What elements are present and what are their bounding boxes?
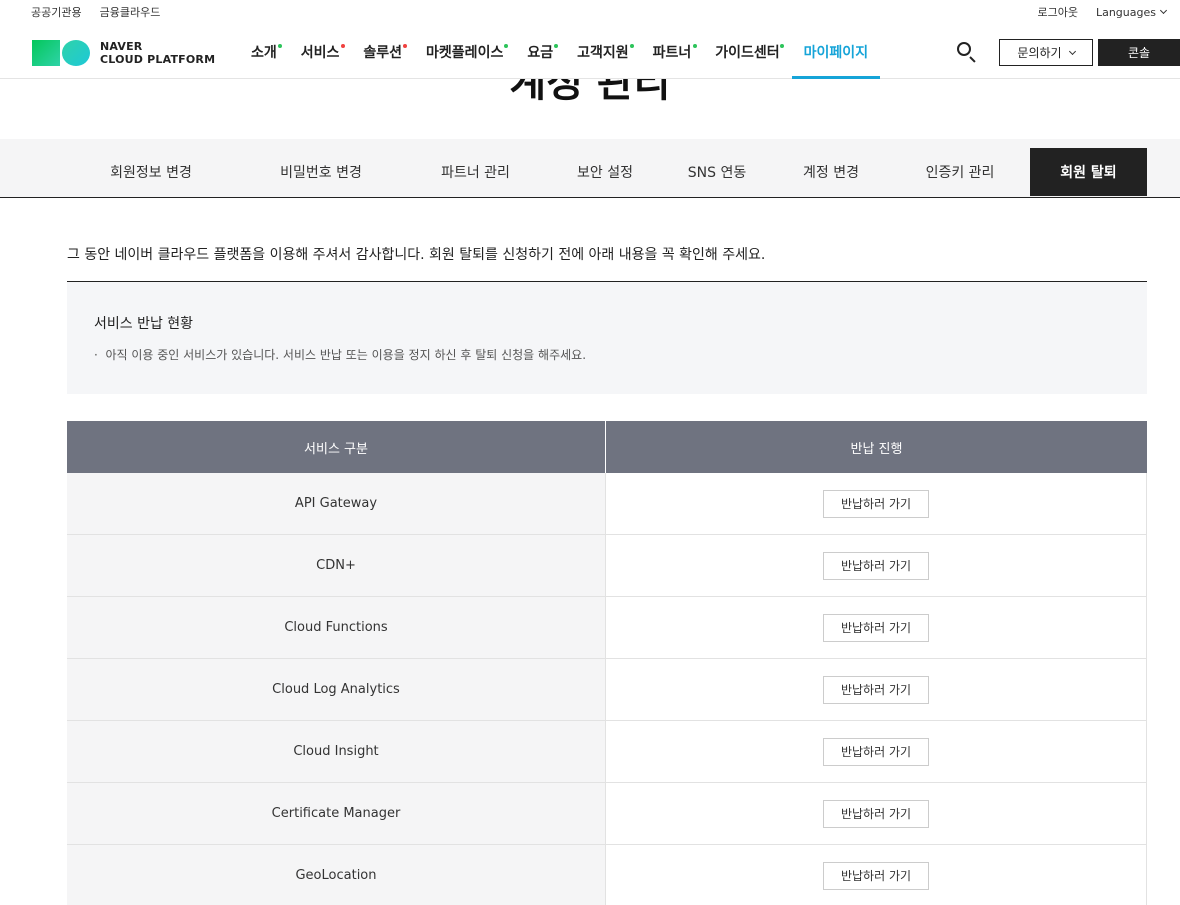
nav-item-0[interactable]: 소개: [251, 25, 289, 79]
nav-item-label: 솔루션: [363, 45, 403, 61]
new-dot-icon: [340, 44, 345, 48]
new-dot-icon: [780, 44, 785, 48]
chevron-down-icon: [1068, 47, 1076, 55]
tab-3[interactable]: 보안 설정: [545, 148, 665, 196]
nav-item-label: 가이드센터: [715, 45, 780, 61]
column-header-action: 반납 진행: [850, 441, 903, 457]
service-name-cell: Cloud Functions: [67, 597, 606, 658]
nav-item-label: 서비스: [300, 45, 340, 61]
global-header: NAVER CLOUD PLATFORM 소개 서비스 솔루션 마켓플레이스 요금 고객지…: [0, 25, 1180, 79]
new-dot-icon: [630, 44, 635, 48]
tab-6[interactable]: 인증키 관리: [893, 148, 1027, 196]
bullet-icon: ·: [94, 348, 106, 362]
account-tabs: 회원정보 변경 비밀번호 변경 파트너 관리 보안 설정 SNS 연동 계정 변경 인증키 …: [0, 139, 1180, 198]
nav-item-6[interactable]: 파트너: [641, 25, 704, 79]
action-cell: 반납하러 가기: [606, 721, 1146, 782]
table-body: API Gateway 반납하러 가기 CDN+ 반납하러 가기 Cloud Funct…: [67, 473, 1147, 905]
nav-item-7[interactable]: 가이드센터: [703, 25, 791, 79]
new-dot-icon: [554, 44, 559, 48]
action-cell: 반납하러 가기: [606, 535, 1146, 596]
service-name-cell: API Gateway: [67, 473, 606, 534]
service-name-cell: Cloud Log Analytics: [67, 659, 606, 720]
tab-5[interactable]: 계정 변경: [769, 148, 893, 196]
nav-item-8[interactable]: 마이페이지: [791, 25, 881, 79]
action-cell: 반납하러 가기: [606, 783, 1146, 844]
table-row: GeoLocation 반납하러 가기: [67, 845, 1147, 905]
main-nav: 소개 서비스 솔루션 마켓플레이스 요금 고객지원 파트너 가이드센터 마이페이지: [251, 25, 881, 79]
action-cell: 반납하러 가기: [606, 473, 1146, 534]
console-button[interactable]: 콘솔: [1098, 39, 1180, 66]
search-icon[interactable]: [956, 41, 978, 63]
action-cell: 반납하러 가기: [606, 659, 1146, 720]
service-name-cell: CDN+: [67, 535, 606, 596]
table-row: CDN+ 반납하러 가기: [67, 535, 1147, 597]
service-name-cell: Cloud Insight: [67, 721, 606, 782]
tab-7[interactable]: 회원 탈퇴: [1030, 148, 1147, 196]
return-service-button[interactable]: 반납하러 가기: [823, 551, 929, 580]
financial-cloud-link[interactable]: 금융클라우드: [100, 4, 161, 20]
nav-item-label: 파트너: [652, 45, 692, 61]
utility-links: 공공기관용 금융클라우드: [31, 4, 160, 20]
table-row: Cloud Insight 반납하러 가기: [67, 721, 1147, 783]
nav-item-label: 요금: [527, 45, 554, 61]
nav-item-2[interactable]: 솔루션: [351, 25, 414, 79]
utility-right: 로그아웃 Languages: [1037, 4, 1168, 20]
new-dot-icon: [278, 44, 282, 48]
tab-4[interactable]: SNS 연동: [665, 148, 769, 196]
service-name-cell: GeoLocation: [67, 845, 606, 905]
return-service-button[interactable]: 반납하러 가기: [823, 675, 929, 704]
new-dot-icon: [504, 44, 509, 48]
inquiry-button[interactable]: 문의하기: [999, 39, 1093, 66]
action-cell: 반납하러 가기: [606, 845, 1146, 905]
nav-item-label: 고객지원: [577, 45, 629, 61]
new-dot-icon: [692, 44, 697, 48]
notice-title: 서비스 반납 현황: [94, 316, 194, 332]
nav-item-label: 마켓플레이스: [426, 45, 504, 61]
return-service-button[interactable]: 반납하러 가기: [823, 737, 929, 766]
tab-1[interactable]: 비밀번호 변경: [237, 148, 405, 196]
service-name-cell: Certificate Manager: [67, 783, 606, 844]
tab-2[interactable]: 파트너 관리: [406, 148, 545, 196]
table-header: 서비스 구분 반납 진행: [67, 421, 1147, 473]
service-return-table: 서비스 구분 반납 진행 API Gateway 반납하러 가기 CDN+ 반납하러 …: [67, 421, 1147, 905]
table-row: Cloud Functions 반납하러 가기: [67, 597, 1147, 659]
nav-item-label: 마이페이지: [803, 45, 869, 61]
intro-text: 그 동안 네이버 클라우드 플랫폼을 이용해 주셔서 감사합니다. 회원 탈퇴를…: [67, 247, 766, 263]
nav-item-1[interactable]: 서비스: [289, 25, 352, 79]
naver-cloud-logo[interactable]: NAVER CLOUD PLATFORM: [32, 40, 215, 66]
new-dot-icon: [403, 44, 408, 48]
tab-0[interactable]: 회원정보 변경: [67, 148, 235, 196]
service-return-notice: 서비스 반납 현황 · 아직 이용 중인 서비스가 있습니다. 서비스 반납 또…: [67, 282, 1147, 394]
chevron-down-icon: [1159, 6, 1168, 15]
action-cell: 반납하러 가기: [606, 597, 1146, 658]
logo-text: NAVER CLOUD PLATFORM: [100, 40, 216, 66]
nav-item-3[interactable]: 마켓플레이스: [414, 25, 515, 79]
nav-item-label: 소개: [251, 45, 277, 61]
table-row: Cloud Log Analytics 반납하러 가기: [67, 659, 1147, 721]
return-service-button[interactable]: 반납하러 가기: [823, 489, 929, 518]
table-row: API Gateway 반납하러 가기: [67, 473, 1147, 535]
notice-item-text: 아직 이용 중인 서비스가 있습니다. 서비스 반납 또는 이용을 정지 하신 …: [105, 348, 587, 362]
utility-bar: 공공기관용 금융클라우드 로그아웃 Languages: [0, 0, 1180, 24]
column-header-service: 서비스 구분: [67, 421, 606, 473]
nav-item-4[interactable]: 요금: [515, 25, 565, 79]
public-sector-link[interactable]: 공공기관용: [31, 4, 82, 20]
return-service-button[interactable]: 반납하러 가기: [823, 799, 929, 828]
table-row: Certificate Manager 반납하러 가기: [67, 783, 1147, 845]
logo-mark-icon: [32, 40, 90, 66]
languages-dropdown[interactable]: Languages: [1095, 5, 1168, 19]
languages-label: Languages: [1095, 5, 1156, 19]
return-service-button[interactable]: 반납하러 가기: [823, 613, 929, 642]
nav-item-5[interactable]: 고객지원: [565, 25, 641, 79]
notice-item: · 아직 이용 중인 서비스가 있습니다. 서비스 반납 또는 이용을 정지 하…: [94, 346, 586, 363]
logout-link[interactable]: 로그아웃: [1037, 4, 1077, 20]
inquiry-label: 문의하기: [1017, 46, 1062, 60]
return-service-button[interactable]: 반납하러 가기: [823, 861, 929, 890]
